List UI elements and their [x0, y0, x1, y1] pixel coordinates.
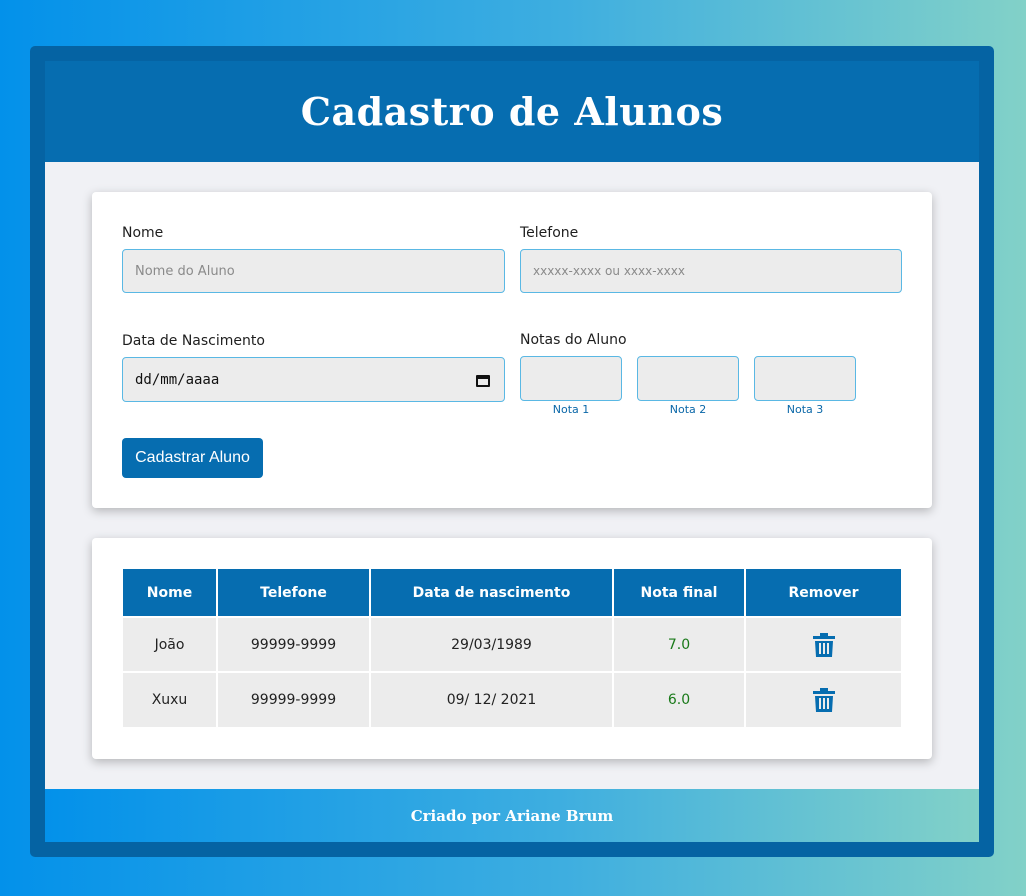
grade-2-input[interactable]: [637, 356, 739, 401]
column-header-birth-date: Data de nascimento: [369, 569, 614, 618]
birth-date-label: Data de Nascimento: [122, 333, 265, 349]
calendar-icon[interactable]: [476, 373, 490, 387]
row-final-grade: 7.0: [612, 616, 746, 673]
students-table-card: Nome Telefone Data de nascimento Nota fi…: [92, 538, 932, 759]
students-table: Nome Telefone Data de nascimento Nota fi…: [123, 569, 901, 727]
trash-icon[interactable]: [812, 632, 835, 657]
name-label: Nome: [122, 225, 164, 241]
column-header-phone: Telefone: [216, 569, 371, 618]
submit-student-button[interactable]: Cadastrar Aluno: [122, 438, 263, 478]
page-title: Cadastro de Alunos: [300, 89, 724, 134]
row-name: João: [123, 616, 218, 673]
row-birth-date: 29/03/1989: [369, 616, 614, 673]
row-final-grade: 6.0: [612, 671, 746, 727]
row-birth-date: 09/ 12/ 2021: [369, 671, 614, 727]
grade-2-caption: Nota 2: [669, 403, 707, 416]
grade-3-input[interactable]: [754, 356, 856, 401]
phone-input[interactable]: [520, 249, 902, 293]
grade-1-caption: Nota 1: [552, 403, 590, 416]
grade-3-caption: Nota 3: [786, 403, 824, 416]
page-footer: Criado por Ariane Brum: [45, 789, 979, 842]
row-phone: 99999-9999: [216, 671, 371, 727]
row-remove-cell: [744, 671, 901, 727]
column-header-final-grade: Nota final: [612, 569, 746, 618]
row-remove-cell: [744, 616, 901, 673]
grade-1-input[interactable]: [520, 356, 622, 401]
footer-credit: Criado por Ariane Brum: [410, 806, 614, 825]
table-row: Xuxu 99999-9999 09/ 12/ 2021 6.0: [123, 671, 901, 727]
row-name: Xuxu: [123, 671, 218, 727]
grades-label: Notas do Aluno: [520, 332, 627, 348]
column-header-name: Nome: [123, 569, 218, 618]
app-container: Cadastro de Alunos Nome Telefone Data de…: [45, 61, 979, 842]
page-header: Cadastro de Alunos: [45, 61, 979, 162]
column-header-remove: Remover: [744, 569, 901, 618]
birth-date-value: dd/mm/aaaa: [135, 371, 220, 388]
table-row: João 99999-9999 29/03/1989 7.0: [123, 616, 901, 673]
table-header-row: Nome Telefone Data de nascimento Nota fi…: [123, 569, 901, 618]
birth-date-input[interactable]: dd/mm/aaaa: [122, 357, 505, 402]
trash-icon[interactable]: [812, 688, 835, 712]
phone-label: Telefone: [520, 225, 579, 241]
name-input[interactable]: [122, 249, 505, 293]
row-phone: 99999-9999: [216, 616, 371, 673]
student-form-card: Nome Telefone Data de Nascimento dd/mm/a…: [92, 192, 932, 508]
app-frame: Cadastro de Alunos Nome Telefone Data de…: [30, 46, 994, 857]
